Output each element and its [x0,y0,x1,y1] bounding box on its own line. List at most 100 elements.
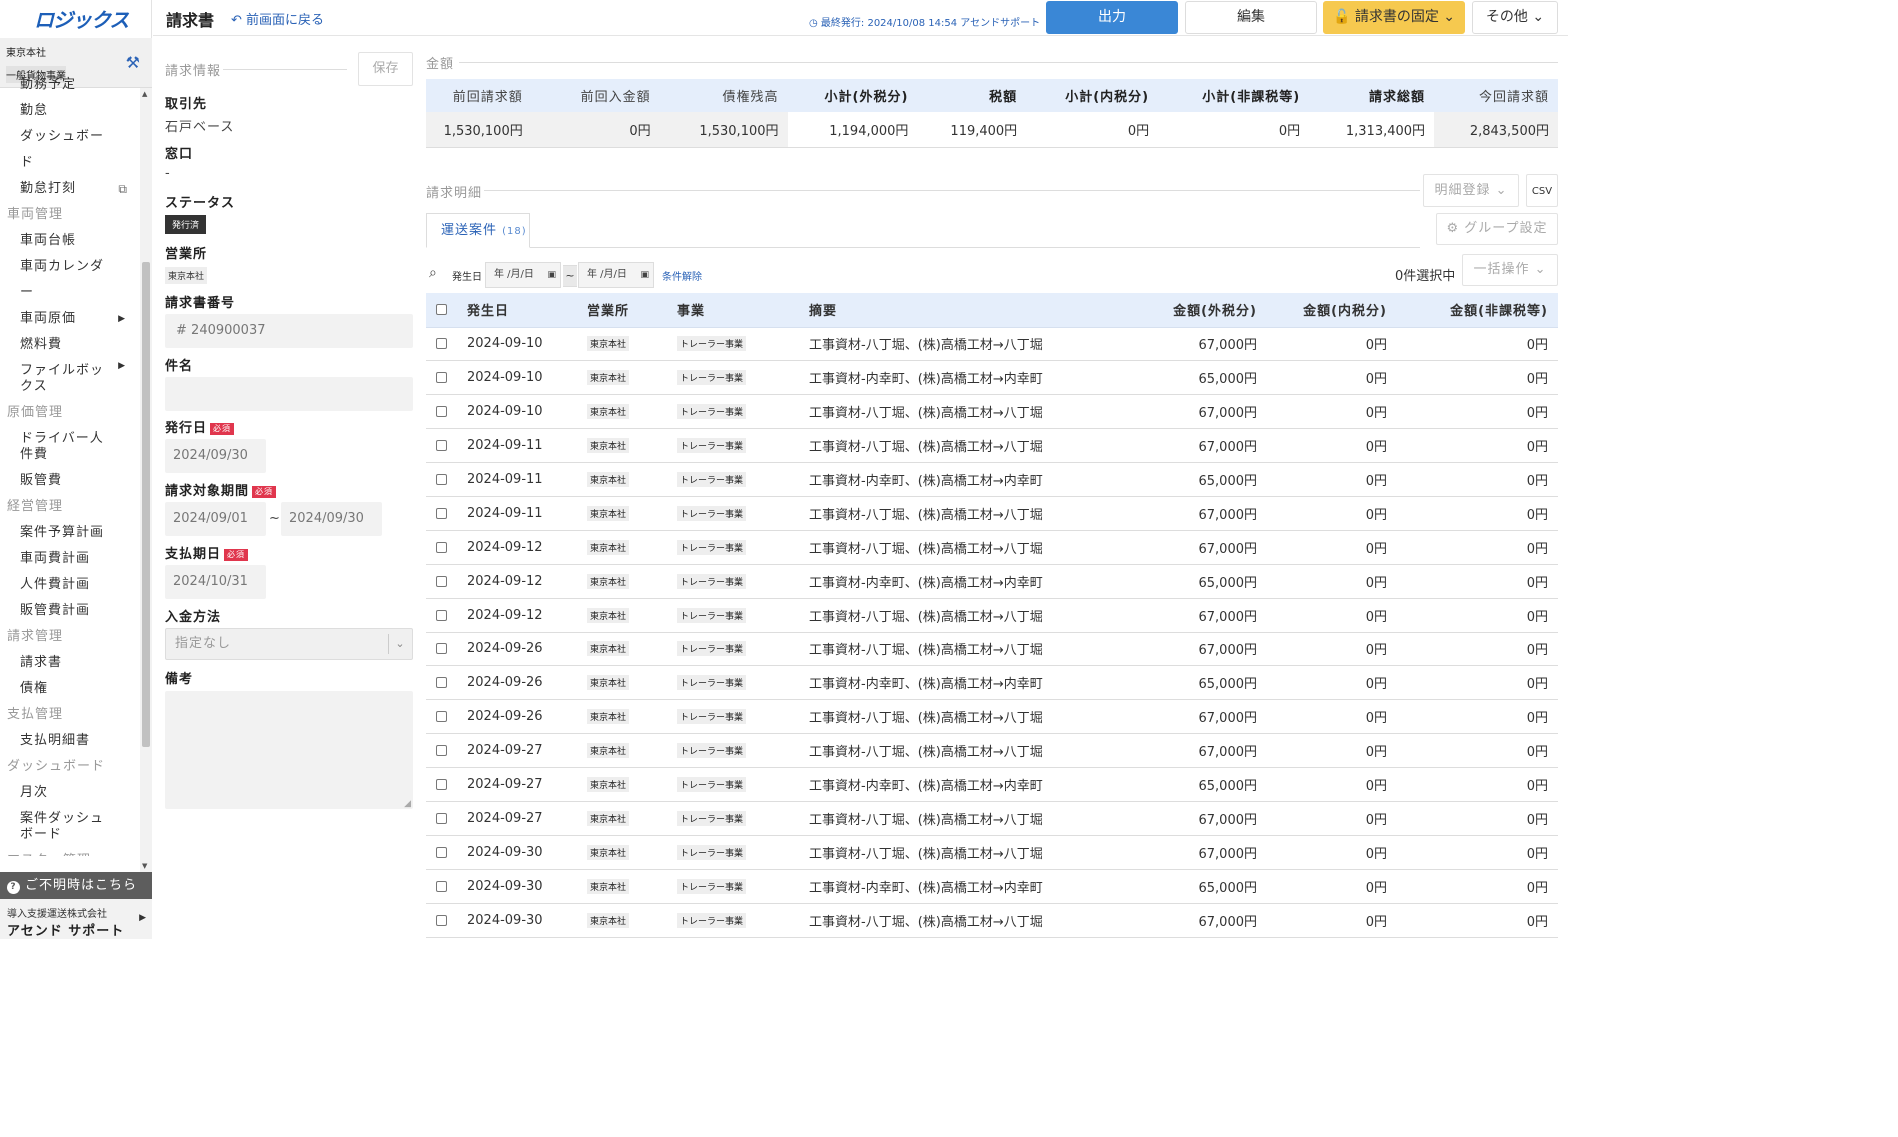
sidebar-item-6[interactable]: 車両カレンダー [0,254,140,306]
sidebar-item-1[interactable]: 勤怠 [0,98,140,124]
date-from-input[interactable]: 年 /月/日 ▣ [485,262,561,288]
sidebar-item-11[interactable]: ドライバー人件費 [0,426,140,468]
fix-invoice-button[interactable]: 🔓 請求書の固定 ⌄ [1323,1,1465,34]
edit-button[interactable]: 編集 [1185,1,1317,34]
table-row[interactable]: 2024-09-26 東京本社 トレーラー事業 工事資材-八丁堀、(株)高橋工材→八丁… [426,632,1558,667]
period-from-field[interactable]: 2024/09/01 [165,502,266,536]
issue-date-field[interactable]: 2024/09/30 [165,439,266,473]
sidebar-item-24[interactable]: 月次 [0,780,140,806]
column-header-3[interactable]: 摘要 [809,293,1129,328]
sidebar-item-3[interactable]: 勤怠打刻 ⧉ [0,176,140,202]
table-row[interactable]: 2024-09-26 東京本社 トレーラー事業 工事資材-八丁堀、(株)高橋工材→八丁… [426,699,1558,735]
table-row[interactable]: 2024-09-11 東京本社 トレーラー事業 工事資材-八丁堀、(株)高橋工材→八丁… [426,428,1558,464]
back-link[interactable]: ↶ 前画面に戻る [231,9,324,28]
row-checkbox[interactable] [436,711,447,723]
sidebar-scrollbar[interactable]: ▲ ▼ [140,88,152,872]
period-to-field[interactable]: 2024/09/30 [281,502,382,536]
scroll-up-icon[interactable]: ▲ [142,90,147,98]
row-checkbox[interactable] [436,474,447,485]
sidebar-item-25[interactable]: 案件ダッシュボード [0,806,140,848]
table-row[interactable]: 2024-09-26 東京本社 トレーラー事業 工事資材-内幸町、(株)高橋工材→内幸… [426,665,1558,701]
resize-grip-icon[interactable]: ◢ [404,799,411,809]
scrollbar-thumb[interactable] [142,262,150,747]
column-header-5[interactable]: 金額(内税分) [1267,293,1397,328]
note-textarea[interactable]: ◢ [165,691,413,809]
table-row[interactable]: 2024-09-27 東京本社 トレーラー事業 工事資材-八丁堀、(株)高橋工材→八丁… [426,733,1558,769]
column-header-1[interactable]: 営業所 [587,293,677,328]
row-checkbox[interactable] [436,846,447,858]
scroll-down-icon[interactable]: ▼ [142,862,147,870]
other-button[interactable]: その他 ⌄ [1472,1,1558,34]
sidebar-item-19[interactable]: 請求書 [0,650,140,676]
sidebar-item-5[interactable]: 車両台帳 [0,228,140,254]
table-row[interactable]: 2024-09-10 東京本社 トレーラー事業 工事資材-内幸町、(株)高橋工材→内幸… [426,360,1558,396]
row-description: 工事資材-内幸町、(株)高橋工材→内幸町 [809,564,1129,599]
sidebar-item-14[interactable]: 案件予算計画 [0,520,140,546]
save-button[interactable]: 保存 [358,52,413,86]
row-checkbox[interactable] [436,440,447,452]
row-office: 東京本社 [587,810,630,826]
output-button[interactable]: 出力 [1046,1,1178,34]
sidebar-item-2[interactable]: ダッシュボード [0,124,140,176]
invoice-number-field[interactable]: # 240900037 [165,314,413,348]
sidebar-item-12[interactable]: 販管費 [0,468,140,494]
row-checkbox[interactable] [436,812,447,824]
row-checkbox[interactable] [436,372,447,384]
sidebar-item-9[interactable]: ファイルボックス ▶ [0,358,140,400]
row-checkbox[interactable] [436,745,447,757]
row-checkbox[interactable] [436,507,447,519]
row-checkbox[interactable] [436,880,447,892]
row-checkbox[interactable] [436,914,447,926]
table-row[interactable]: 2024-09-11 東京本社 トレーラー事業 工事資材-内幸町、(株)高橋工材→内幸… [426,462,1558,497]
company-switcher[interactable]: 導入支援運送株式会社 アセンド サポート ▶ [0,899,152,939]
select-all-checkbox[interactable] [436,304,447,316]
column-header-6[interactable]: 金額(非課税等) [1397,293,1558,328]
help-link[interactable]: ? ご不明時はこちら [0,872,152,899]
row-checkbox[interactable] [436,406,447,418]
table-row[interactable]: 2024-09-30 東京本社 トレーラー事業 工事資材-八丁堀、(株)高橋工材→八丁… [426,835,1558,870]
row-office: 東京本社 [587,438,630,454]
row-checkbox[interactable] [436,609,447,621]
column-header-4[interactable]: 金額(外税分) [1129,293,1267,328]
date-to-input[interactable]: 年 /月/日 ▣ [578,262,654,288]
tools-icon[interactable]: ⚒ [126,53,140,72]
sidebar-item-20[interactable]: 債権 [0,676,140,702]
due-date-field[interactable]: 2024/10/31 [165,565,266,599]
row-checkbox[interactable] [436,541,447,553]
csv-download-icon[interactable]: CSV [1526,174,1558,207]
table-row[interactable]: 2024-09-30 東京本社 トレーラー事業 工事資材-内幸町、(株)高橋工材→内幸… [426,869,1558,904]
sidebar-item-16[interactable]: 人件費計画 [0,572,140,598]
table-row[interactable]: 2024-09-27 東京本社 トレーラー事業 工事資材-八丁堀、(株)高橋工材→八丁… [426,801,1558,836]
table-row[interactable]: 2024-09-12 東京本社 トレーラー事業 工事資材-八丁堀、(株)高橋工材→八丁… [426,530,1558,565]
row-checkbox[interactable] [436,677,447,689]
bulk-action-button[interactable]: 一括操作 ⌄ [1462,254,1558,286]
row-checkbox[interactable] [436,779,447,791]
sidebar-item-22[interactable]: 支払明細書 [0,728,140,754]
tab-transport-jobs[interactable]: 運送案件 (18) [426,213,530,248]
sidebar-item-8[interactable]: 燃料費 [0,332,140,358]
payment-method-select[interactable]: 指定なし ⌄ [165,628,413,660]
calendar-icon[interactable]: ▣ [640,263,649,287]
table-row[interactable]: 2024-09-30 東京本社 トレーラー事業 工事資材-八丁堀、(株)高橋工材→八丁… [426,903,1558,938]
group-settings-button[interactable]: ⚙ グループ設定 [1436,213,1558,245]
row-checkbox[interactable] [436,575,447,587]
clear-filter-link[interactable]: 条件解除 [662,268,702,283]
calendar-icon[interactable]: ▣ [547,263,556,287]
sidebar-item-17[interactable]: 販管費計画 [0,598,140,624]
table-row[interactable]: 2024-09-12 東京本社 トレーラー事業 工事資材-内幸町、(株)高橋工材→内幸… [426,564,1558,599]
sidebar-item-0[interactable]: 動務予定 [0,72,140,98]
sidebar-item-7[interactable]: 車両原価 ▶ [0,306,140,332]
column-header-0[interactable]: 発生日 [467,293,587,328]
table-row[interactable]: 2024-09-11 東京本社 トレーラー事業 工事資材-八丁堀、(株)高橋工材→八丁… [426,496,1558,531]
row-checkbox[interactable] [436,338,447,350]
brand-logo[interactable]: ロジックス [0,0,151,36]
table-row[interactable]: 2024-09-10 東京本社 トレーラー事業 工事資材-八丁堀、(株)高橋工材→八丁… [426,394,1558,430]
column-header-2[interactable]: 事業 [677,293,809,328]
table-row[interactable]: 2024-09-27 東京本社 トレーラー事業 工事資材-内幸町、(株)高橋工材→内幸… [426,767,1558,802]
sidebar-item-15[interactable]: 車両費計画 [0,546,140,572]
subject-field[interactable] [165,377,413,411]
table-row[interactable]: 2024-09-10 東京本社 トレーラー事業 工事資材-八丁堀、(株)高橋工材→八丁… [426,327,1558,362]
register-detail-button[interactable]: 明細登録 ⌄ [1423,174,1519,207]
row-checkbox[interactable] [436,643,447,655]
table-row[interactable]: 2024-09-12 東京本社 トレーラー事業 工事資材-八丁堀、(株)高橋工材→八丁… [426,598,1558,633]
